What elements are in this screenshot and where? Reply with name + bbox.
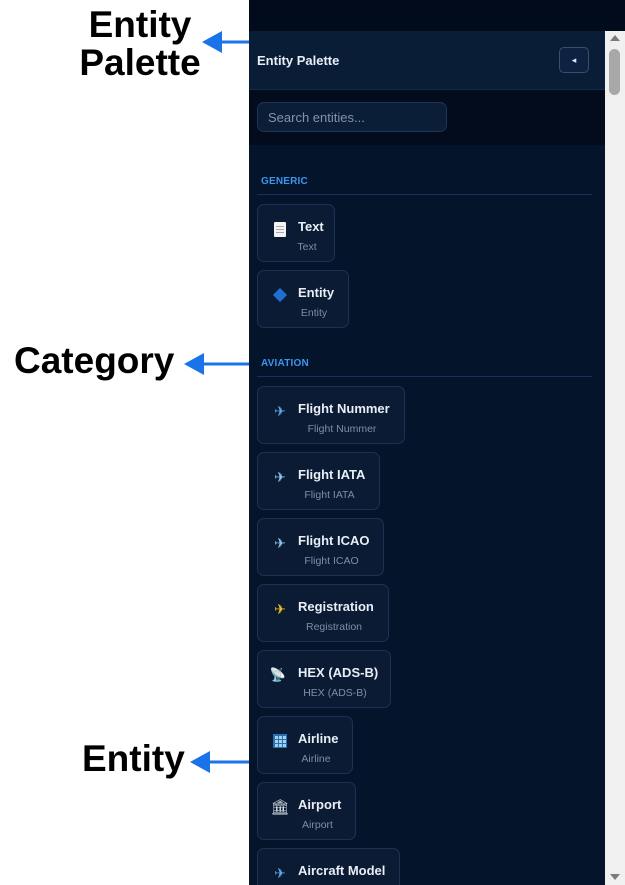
satellite-antenna-icon: 📡 [269,667,287,682]
annotation-entity-palette: Entity Palette [70,6,210,82]
entity-card-title: Registration [298,599,374,614]
airplane-arrival-icon: ✈ [274,534,286,551]
airplane-departure-icon: ✈ [274,468,286,485]
scroll-down-arrow-icon[interactable] [610,874,620,880]
entity-card-subtitle: Flight ICAO [304,555,359,567]
palette-header: Entity Palette ◂ [249,31,605,90]
category-divider [257,194,592,195]
entity-card-title: Flight IATA [298,467,366,482]
small-airplane-icon: ✈ [274,600,286,617]
entity-card-flight-nummer[interactable]: ✈ Flight Nummer Flight Nummer [257,386,405,444]
annotation-category: Category [14,340,175,381]
collapse-panel-button[interactable]: ◂ [559,47,589,73]
caret-left-icon: ◂ [571,54,577,65]
entity-card-flight-iata[interactable]: ✈ Flight IATA Flight IATA [257,452,380,510]
document-icon [270,219,290,239]
category-divider [257,376,592,377]
entity-card-text[interactable]: Text Text [257,204,335,262]
entity-card-airline[interactable]: Airline Airline [257,716,353,774]
annotation-entity: Entity [82,738,185,779]
search-entities-input[interactable] [257,102,447,132]
entity-card-hex-ads-b[interactable]: 📡 HEX (ADS-B) HEX (ADS-B) [257,650,391,708]
entity-card-subtitle: Airport [302,819,333,831]
search-area [249,90,605,145]
airplane-icon: ✈ [274,402,286,419]
entity-card-aircraft-model[interactable]: ✈ Aircraft Model [257,848,400,885]
entity-card-subtitle: Entity [300,307,328,319]
entity-card-subtitle: HEX (ADS-B) [303,687,367,699]
entity-card-title: Flight ICAO [298,533,370,548]
entity-card-subtitle: Registration [305,621,363,633]
annotation-entity-palette-line1: Entity [88,4,192,45]
annotation-entity-palette-line2: Palette [79,42,201,83]
entity-card-subtitle: Text [297,241,317,253]
entity-card-subtitle: Airline [301,753,331,765]
entity-palette-panel: Entity Palette ◂ GENERIC Text Text Entit… [249,0,625,885]
arrow-to-category [184,353,254,375]
entity-card-subtitle: Flight Nummer [307,423,377,435]
category-label-generic: GENERIC [261,176,308,187]
entity-card-title: Aircraft Model [298,863,386,878]
classical-building-icon: 🏛 [270,799,290,816]
entity-card-registration[interactable]: ✈ Registration Registration [257,584,389,642]
top-bar [249,0,625,31]
category-label-aviation: AVIATION [261,358,309,369]
entity-card-title: Entity [298,285,335,300]
entity-card-title: Text [298,219,324,234]
entity-card-title: Airport [298,797,342,812]
entity-card-title: HEX (ADS-B) [298,665,379,680]
office-building-icon [270,731,290,751]
entity-card-title: Flight Nummer [298,401,390,416]
entity-card-flight-icao[interactable]: ✈ Flight ICAO Flight ICAO [257,518,384,576]
entity-card-entity[interactable]: Entity Entity [257,270,349,328]
scrollbar-thumb[interactable] [609,49,620,95]
scroll-up-arrow-icon[interactable] [610,35,620,41]
entity-card-subtitle: Flight IATA [304,489,355,501]
entity-card-title: Airline [298,731,339,746]
airplane-icon: ✈ [274,864,286,881]
blue-diamond-icon [270,285,290,305]
palette-title: Entity Palette [257,53,340,68]
vertical-scrollbar[interactable] [605,31,625,885]
entity-card-airport[interactable]: 🏛 Airport Airport [257,782,356,840]
